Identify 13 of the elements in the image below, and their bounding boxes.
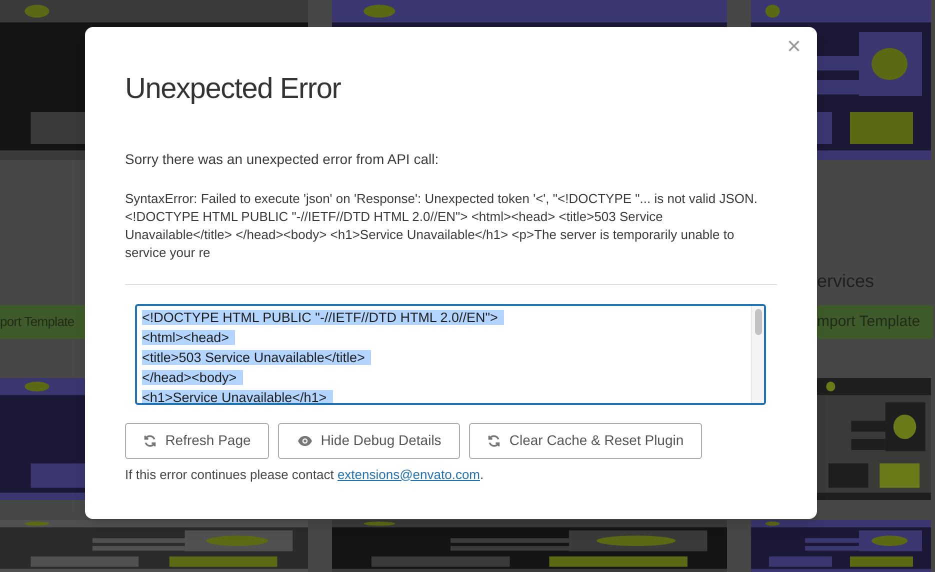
- dialog-title: Unexpected Error: [125, 72, 341, 107]
- error-message: Sorry there was an unexpected error from API call:: [125, 150, 439, 169]
- action-button[interactable]: Clear Cache & Reset Plugin: [469, 422, 702, 458]
- email-link[interactable]: extensions@envato.com: [337, 466, 480, 482]
- action-button[interactable]: Refresh Page: [125, 422, 269, 458]
- debug-output-field[interactable]: <!DOCTYPE HTML PUBLIC "-//IETF//DTD HTML 2.0//EN"> <html><head> <title>503 Service Unavailable</title> </head><body> <h1>Service Unavailable</h1>: [135, 304, 766, 404]
- error-detail: SyntaxError: Failed to execute 'json' on 'Response': Unexpected token '<', "<!DOCTYPE "... is not valid JSON. <!DOCTYPE HTML PUBLIC "-//IETF//DTD HTML 2.0//EN"> <html><head> <title>503 Service Unavailable</title> </head><body> <h1>Service Unavailable</h1> <p>The server is temporarily unable to service your re: [125, 190, 759, 262]
- eye-icon: [296, 434, 313, 446]
- refresh-icon: [487, 434, 502, 448]
- refresh-icon: [143, 434, 158, 448]
- scrollbar[interactable]: [751, 306, 764, 402]
- action-button[interactable]: Hide Debug Details: [278, 422, 460, 458]
- footer-note: If this error continues please contact extensions@envato.com.: [125, 466, 484, 484]
